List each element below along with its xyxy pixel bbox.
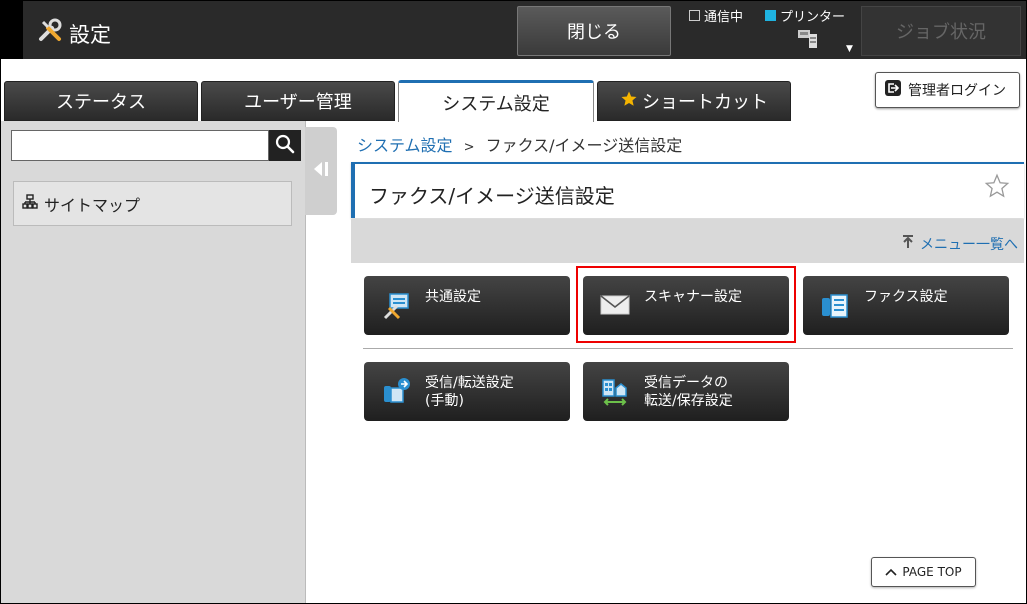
printer-icon[interactable] [797, 28, 819, 54]
app-title: 設定 [37, 18, 111, 49]
menu-list-link[interactable]: メニュー一覧へ [900, 234, 1018, 254]
tools-icon [37, 18, 63, 49]
breadcrumb-separator: > [463, 140, 475, 155]
sitemap-label: サイトマップ [44, 195, 141, 215]
sitemap-link[interactable]: サイトマップ [13, 181, 292, 226]
divider [363, 348, 1013, 349]
page-top-label: PAGE TOP [902, 565, 962, 579]
tab-status[interactable]: ステータス [4, 81, 198, 121]
sidebar-collapse-button[interactable] [305, 127, 337, 215]
tab-user-management[interactable]: ユーザー管理 [201, 81, 395, 121]
status-communicating-indicator [689, 10, 700, 21]
status-communicating: 通信中 [689, 6, 743, 25]
page-top-button[interactable]: PAGE TOP [871, 557, 976, 587]
breadcrumb-current: ファクス/イメージ送信設定 [485, 136, 683, 155]
search-input[interactable] [11, 130, 269, 161]
page-header: ファクス/イメージ送信設定 [351, 162, 1024, 218]
favorite-star-icon[interactable] [984, 172, 1010, 206]
breadcrumb: システム設定 > ファクス/イメージ送信設定 [357, 132, 682, 156]
tile-received-data-transfer[interactable]: 受信データの 転送/保存設定 [583, 362, 789, 421]
tab-system-settings[interactable]: システム設定 [398, 80, 594, 122]
tab-shortcut-label: ショートカット [642, 92, 768, 113]
admin-login-label: 管理者ログイン [908, 83, 1006, 99]
search-icon [275, 134, 295, 158]
tab-bar: ステータス ユーザー管理 システム設定 ショートカット 管理者ログイン [1, 59, 1026, 122]
fax-icon [819, 290, 851, 322]
tile-common-settings-label: 共通設定 [425, 289, 481, 305]
login-icon [884, 79, 902, 101]
tile-receive-forward-settings-label: 受信/転送設定 (手動) [425, 375, 514, 409]
star-icon [620, 90, 638, 113]
status-printer-label: プリンター [780, 10, 846, 25]
menu-list-label: メニュー一覧へ [920, 237, 1018, 253]
screen: 設定 閉じる 通信中 プリンター ▼ ジョブ状況 ステータス ユーザー管理 シス… [0, 0, 1027, 604]
tile-fax-settings[interactable]: ファクス設定 [803, 276, 1009, 335]
highlight-box [576, 266, 796, 343]
common-settings-icon [380, 290, 412, 322]
status-communicating-label: 通信中 [704, 10, 744, 25]
search-button[interactable] [269, 130, 301, 161]
page-title: ファクス/イメージ送信設定 [369, 184, 615, 208]
top-bar: 設定 閉じる 通信中 プリンター ▼ ジョブ状況 [1, 1, 1026, 59]
tile-received-data-transfer-label: 受信データの 転送/保存設定 [644, 375, 733, 409]
sidebar: サイトマップ [1, 121, 306, 603]
menu-bar: メニュー一覧へ [351, 219, 1024, 263]
return-icon [900, 234, 916, 254]
receive-forward-icon [380, 376, 412, 408]
app-title-text: 設定 [69, 22, 111, 47]
data-transfer-icon [599, 376, 631, 408]
sitemap-icon [22, 193, 38, 214]
admin-login-button[interactable]: 管理者ログイン [875, 72, 1020, 108]
job-status-button: ジョブ状況 [861, 6, 1021, 56]
tile-fax-settings-label: ファクス設定 [864, 289, 948, 305]
collapse-left-icon [311, 159, 331, 183]
chevron-up-icon [885, 565, 897, 579]
tile-common-settings[interactable]: 共通設定 [364, 276, 570, 335]
tab-shortcut[interactable]: ショートカット [597, 81, 791, 121]
status-printer-indicator [765, 10, 776, 21]
tile-receive-forward-settings[interactable]: 受信/転送設定 (手動) [364, 362, 570, 421]
chevron-down-icon[interactable]: ▼ [846, 44, 853, 54]
breadcrumb-parent-link[interactable]: システム設定 [357, 136, 453, 155]
status-printer: プリンター [765, 6, 845, 25]
close-button[interactable]: 閉じる [517, 6, 671, 56]
